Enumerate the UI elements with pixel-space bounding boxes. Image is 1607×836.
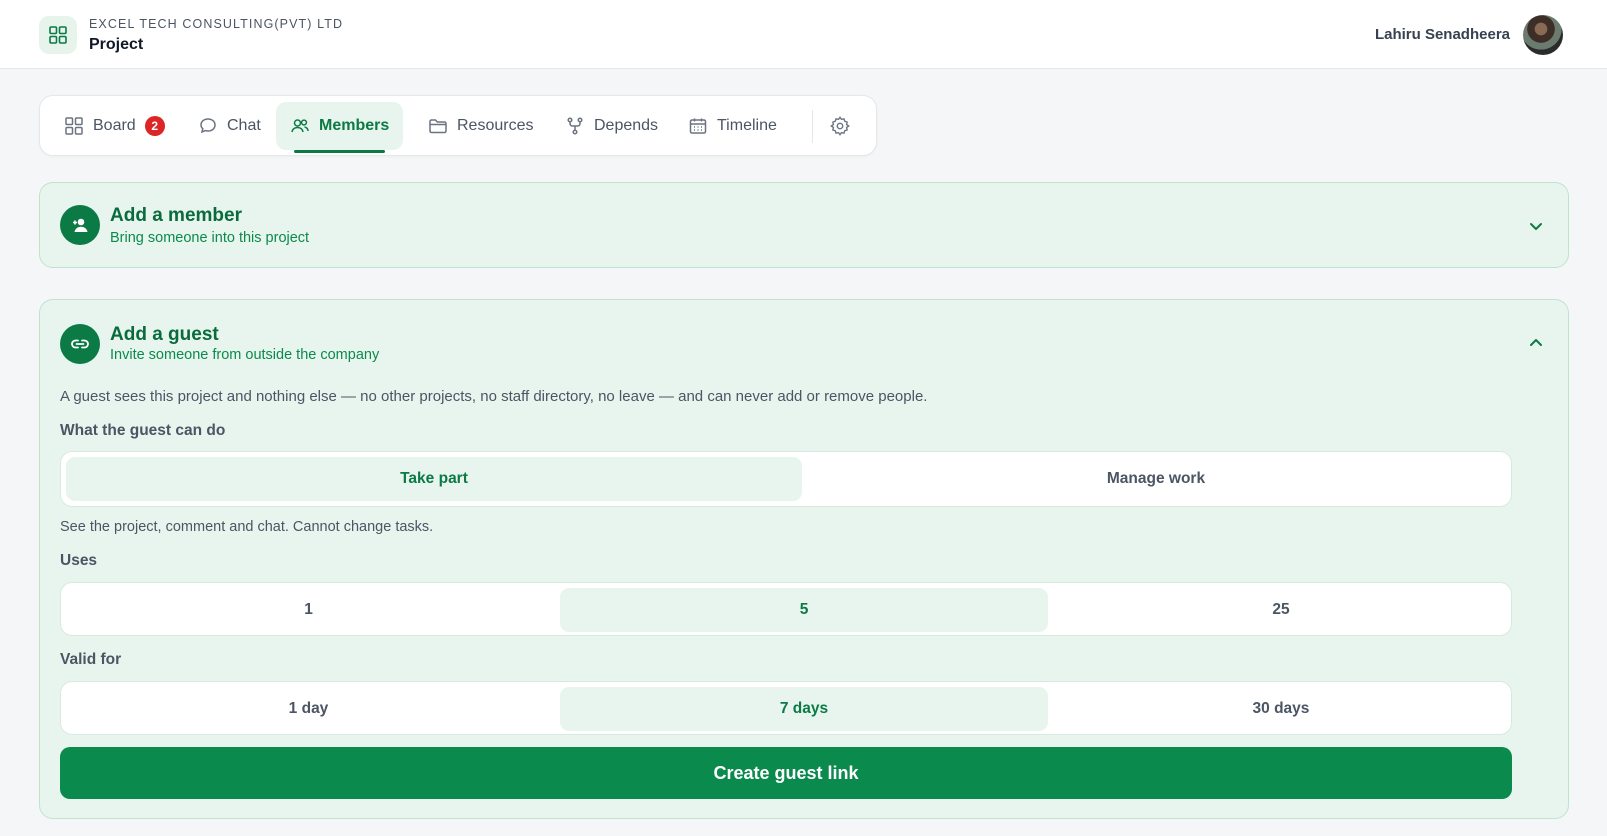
- notification-badge: 2: [144, 116, 165, 136]
- grid-icon: [64, 116, 84, 136]
- folder-icon: [428, 116, 448, 136]
- valid-option-7-days[interactable]: 7 days: [560, 687, 1048, 731]
- company-name: EXCEL TECH CONSULTING(PVT) LTD: [89, 17, 344, 31]
- valid-option-1-day[interactable]: 1 day: [66, 687, 551, 731]
- project-title: Project: [89, 36, 144, 53]
- calendar-icon: [688, 116, 708, 136]
- tab-members[interactable]: Members: [276, 102, 404, 153]
- user-plus-icon: [60, 205, 100, 245]
- create-guest-link-button[interactable]: Create guest link: [60, 747, 1512, 799]
- chevron-down-icon[interactable]: [1524, 214, 1548, 238]
- permission-option-manage-work[interactable]: Manage work: [806, 457, 1506, 501]
- tab-label: Depends: [594, 117, 659, 134]
- tab-board[interactable]: Board 2: [50, 102, 179, 150]
- add-member-panel[interactable]: Add a member Bring someone into this pro…: [39, 182, 1569, 268]
- guest-description: A guest sees this project and nothing el…: [60, 388, 928, 405]
- add-member-subtitle: Bring someone into this project: [110, 230, 310, 246]
- add-guest-title: Add a guest: [110, 324, 219, 345]
- tab-label: Timeline: [717, 117, 777, 134]
- app-grid-icon[interactable]: [39, 16, 77, 54]
- project-tabs: Board 2 Chat Members Resources Depends T…: [39, 95, 877, 156]
- gear-icon: [829, 115, 851, 137]
- uses-option-5[interactable]: 5: [560, 588, 1048, 632]
- add-guest-subtitle: Invite someone from outside the company: [110, 347, 380, 363]
- tab-timeline[interactable]: Timeline: [674, 102, 791, 150]
- permission-hint: See the project, comment and chat. Canno…: [60, 519, 434, 535]
- tab-label: Chat: [227, 117, 261, 134]
- avatar[interactable]: [1523, 15, 1563, 55]
- tab-label: Members: [319, 117, 390, 134]
- uses-option-25[interactable]: 25: [1056, 588, 1506, 632]
- valid-for-label: Valid for: [60, 651, 122, 668]
- users-icon: [290, 116, 310, 136]
- permission-label: What the guest can do: [60, 422, 226, 439]
- permission-selector: Take part Manage work: [60, 451, 1512, 507]
- link-icon: [60, 324, 100, 364]
- uses-selector: 1 5 25: [60, 582, 1512, 636]
- tab-divider: [812, 110, 813, 143]
- valid-option-30-days[interactable]: 30 days: [1056, 687, 1506, 731]
- permission-option-take-part[interactable]: Take part: [66, 457, 802, 501]
- valid-for-selector: 1 day 7 days 30 days: [60, 681, 1512, 735]
- uses-label: Uses: [60, 552, 98, 569]
- tab-label: Board: [93, 117, 136, 134]
- add-member-title: Add a member: [110, 205, 242, 226]
- tab-resources[interactable]: Resources: [414, 102, 547, 150]
- tab-chat[interactable]: Chat: [184, 102, 275, 150]
- git-fork-icon: [565, 116, 585, 136]
- tab-label: Resources: [457, 117, 534, 134]
- settings-button[interactable]: [820, 108, 860, 144]
- add-guest-panel: Add a guest Invite someone from outside …: [39, 299, 1569, 819]
- chat-bubble-icon: [198, 116, 218, 136]
- uses-option-1[interactable]: 1: [66, 588, 551, 632]
- top-bar: EXCEL TECH CONSULTING(PVT) LTD Project L…: [0, 0, 1607, 69]
- chevron-up-icon[interactable]: [1524, 331, 1548, 355]
- tab-depends[interactable]: Depends: [551, 102, 672, 150]
- user-name[interactable]: Lahiru Senadheera: [1375, 26, 1510, 43]
